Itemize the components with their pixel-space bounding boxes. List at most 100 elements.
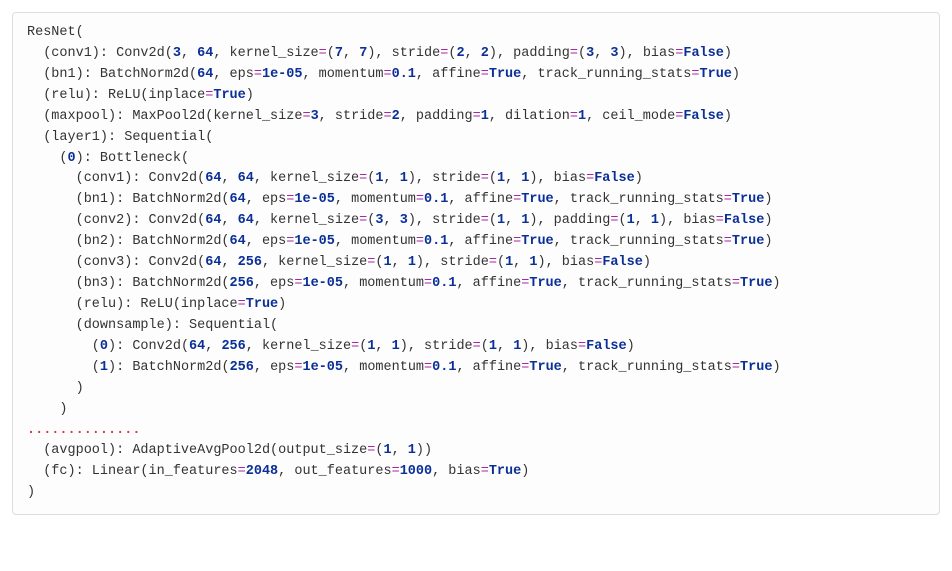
code-token: = — [359, 171, 367, 186]
code-token: 1 — [489, 339, 497, 354]
code-token: = — [724, 192, 732, 207]
code-token: = — [586, 171, 594, 186]
code-token: True — [732, 192, 764, 207]
code-token: True — [529, 360, 561, 375]
code-token: = — [294, 360, 302, 375]
code-token: False — [724, 213, 765, 228]
code-token: 0.1 — [424, 234, 448, 249]
code-token: 1e-05 — [262, 67, 303, 82]
code-token: = — [424, 360, 432, 375]
code-token: 3 — [375, 213, 383, 228]
code-token: = — [416, 192, 424, 207]
code-token: 64 — [197, 46, 213, 61]
code-token: = — [302, 109, 310, 124]
code-token: True — [246, 297, 278, 312]
code-token: = — [716, 213, 724, 228]
code-token: = — [367, 255, 375, 270]
code-token: 64 — [205, 171, 221, 186]
code-token: 1e-05 — [303, 360, 344, 375]
code-token: = — [367, 443, 375, 458]
code-token: True — [489, 67, 521, 82]
code-token: 256 — [230, 360, 254, 375]
code-token: False — [683, 46, 724, 61]
code-token: 64 — [189, 339, 205, 354]
code-token: = — [489, 255, 497, 270]
code-token: 0.1 — [424, 192, 448, 207]
code-token: 1 — [521, 171, 529, 186]
code-token: = — [392, 464, 400, 479]
code-token: 1 — [383, 443, 391, 458]
code-token: 7 — [359, 46, 367, 61]
code-token: = — [691, 67, 699, 82]
code-token: 1 — [375, 171, 383, 186]
code-token: 0.1 — [432, 276, 456, 291]
code-token: 1 — [651, 213, 659, 228]
code-token: 2048 — [246, 464, 278, 479]
code-token: True — [213, 88, 245, 103]
code-token: True — [521, 234, 553, 249]
code-token: True — [740, 360, 772, 375]
code-token: = — [610, 213, 618, 228]
code-token: True — [700, 67, 732, 82]
code-token: = — [473, 109, 481, 124]
code-token: = — [481, 67, 489, 82]
code-token: = — [351, 339, 359, 354]
code-token: True — [732, 234, 764, 249]
code-token: 1 — [100, 360, 108, 375]
code-token: = — [254, 67, 262, 82]
code-token: False — [683, 109, 724, 124]
code-token: 0.1 — [392, 67, 416, 82]
code-token: 3 — [311, 109, 319, 124]
code-token: 1 — [497, 213, 505, 228]
code-token: 1000 — [400, 464, 432, 479]
code-token: 2 — [481, 46, 489, 61]
code-token: 1 — [392, 339, 400, 354]
code-token: 2 — [456, 46, 464, 61]
code-token: 1 — [408, 443, 416, 458]
code-token: True — [740, 276, 772, 291]
code-token: = — [238, 464, 246, 479]
code-token: 3 — [173, 46, 181, 61]
code-token: False — [594, 171, 635, 186]
code-token: 3 — [610, 46, 618, 61]
code-token: 1 — [578, 109, 586, 124]
code-token: True — [529, 276, 561, 291]
code-token: = — [424, 276, 432, 291]
code-token: = — [319, 46, 327, 61]
code-token: 64 — [197, 67, 213, 82]
code-token: = — [440, 46, 448, 61]
code-token: = — [359, 213, 367, 228]
code-token: = — [724, 234, 732, 249]
code-token: 64 — [238, 171, 254, 186]
code-token: 1 — [408, 255, 416, 270]
code-token: 1e-05 — [294, 192, 335, 207]
code-token: = — [481, 464, 489, 479]
code-token: = — [570, 109, 578, 124]
code-token: 1 — [627, 213, 635, 228]
code-token: 1 — [505, 255, 513, 270]
code-token: 1 — [481, 109, 489, 124]
code-block: ResNet( (conv1): Conv2d(3, 64, kernel_si… — [12, 12, 940, 515]
code-token: 0 — [100, 339, 108, 354]
code-token: 1 — [367, 339, 375, 354]
code-token: = — [481, 213, 489, 228]
code-token: True — [521, 192, 553, 207]
code-token: 1e-05 — [294, 234, 335, 249]
code-token: 1 — [497, 171, 505, 186]
code-token: 256 — [221, 339, 245, 354]
code-token: = — [732, 276, 740, 291]
code-token: 1 — [400, 171, 408, 186]
code-token: 1 — [521, 213, 529, 228]
code-token: = — [578, 339, 586, 354]
code-token: True — [489, 464, 521, 479]
code-token: False — [602, 255, 643, 270]
code-token: 64 — [230, 192, 246, 207]
code-token: 0 — [68, 151, 76, 166]
code-token: = — [732, 360, 740, 375]
code-token: 0.1 — [432, 360, 456, 375]
code-token: = — [473, 339, 481, 354]
code-token: = — [383, 109, 391, 124]
code-token: 2 — [392, 109, 400, 124]
code-token: 1e-05 — [302, 276, 343, 291]
code-token: 1 — [529, 255, 537, 270]
